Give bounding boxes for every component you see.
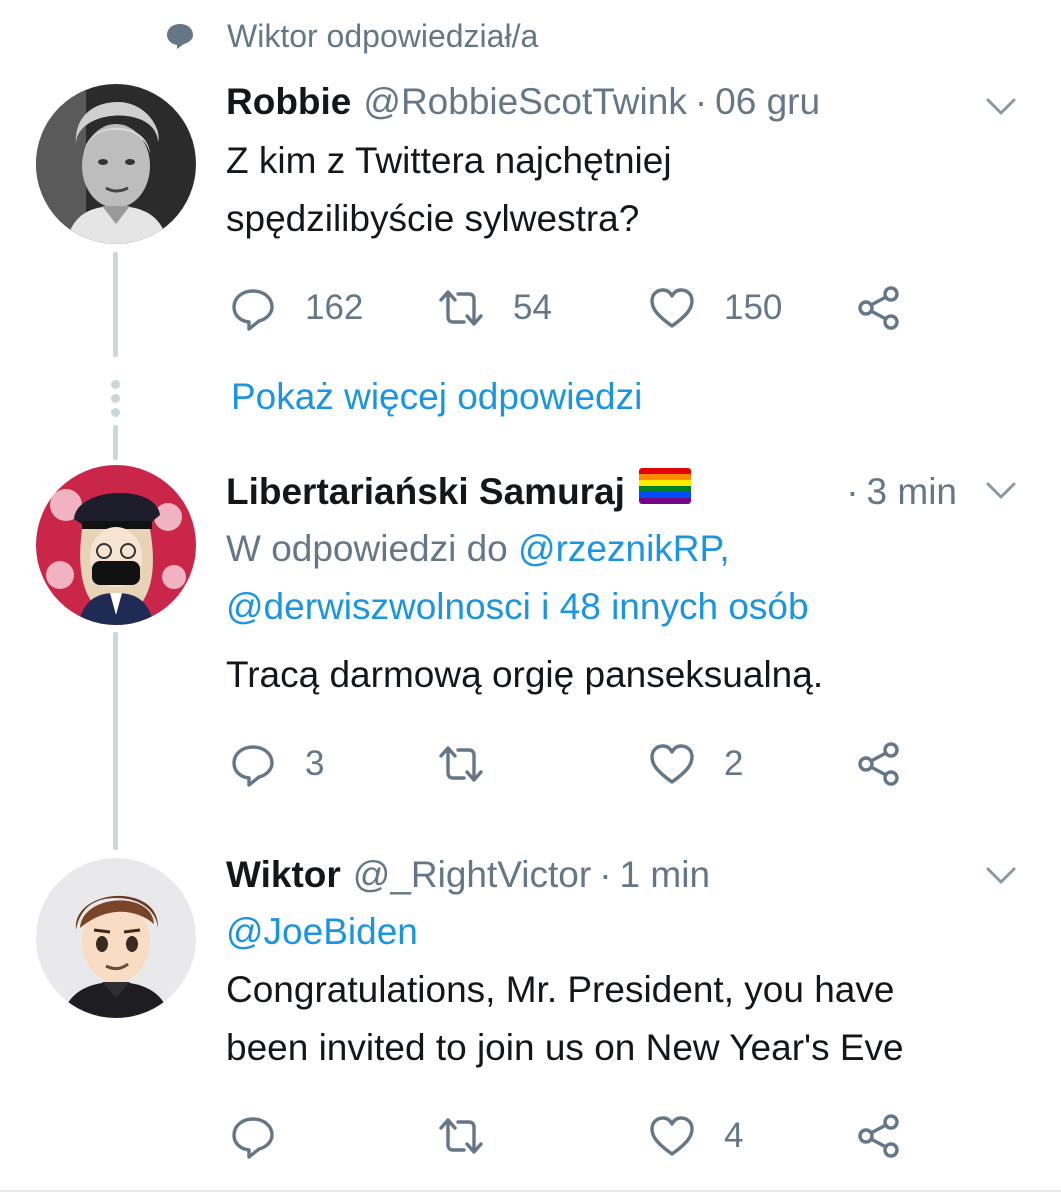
retweet-count: 54 [513, 288, 552, 327]
like-count: 2 [724, 744, 744, 783]
timestamp[interactable]: 06 gru [715, 80, 820, 124]
tweet-header: Libertariański Samuraj · 3 min [226, 468, 1041, 514]
tweet[interactable]: Robbie @RobbieScotTwink · 06 gru Z kim z… [226, 80, 1041, 248]
like-button[interactable]: 4 [648, 1106, 743, 1166]
speech-bubble-icon [167, 24, 193, 49]
timestamp[interactable]: 1 min [620, 853, 710, 897]
social-context: Wiktor odpowiedział/a [165, 14, 538, 58]
tweet-text-line: Z kim z Twittera najchętniej [226, 140, 672, 181]
retweet-icon [437, 1112, 485, 1160]
share-button[interactable] [855, 734, 903, 794]
tweet-text: @JoeBiden Congratulations, Mr. President… [226, 903, 1041, 1077]
reply-icon [229, 1112, 277, 1160]
timestamp[interactable]: 3 min [867, 470, 957, 514]
display-name[interactable]: Libertariański Samuraj [226, 470, 625, 514]
reply-icon [229, 740, 277, 788]
reply-button[interactable] [229, 1106, 305, 1166]
display-name[interactable]: Wiktor [226, 853, 341, 897]
thread-gap-dots [108, 380, 123, 422]
tweet-header: Robbie @RobbieScotTwink · 06 gru [226, 80, 1041, 124]
like-count: 4 [724, 1116, 744, 1155]
chevron-down-icon[interactable] [983, 857, 1019, 893]
reply-button[interactable]: 3 [229, 734, 324, 794]
context-text: Wiktor odpowiedział/a [227, 17, 539, 54]
separator: · [599, 854, 612, 895]
tweet[interactable]: Wiktor @_RightVictor · 1 min @JoeBiden C… [226, 853, 1041, 1077]
rainbow-flag-emoji [638, 468, 691, 504]
avatar[interactable] [36, 84, 196, 244]
reply-count: 162 [305, 288, 364, 327]
reply-button[interactable]: 162 [229, 278, 363, 338]
share-icon [855, 284, 903, 332]
tweet-text-line: Congratulations, Mr. President, you have [226, 969, 895, 1010]
retweet-button[interactable] [437, 734, 513, 794]
user-handle[interactable]: @RobbieScotTwink [363, 80, 686, 124]
tweet-actions: 162 54 150 [229, 278, 929, 338]
retweet-icon [437, 740, 485, 788]
tweet-text: Tracą darmową orgię panseksualną. [226, 646, 1041, 704]
separator: · [846, 471, 859, 512]
mention-link[interactable]: @JoeBiden [226, 903, 1041, 961]
reply-context: W odpowiedzi do @rzeznikRP, @derwiszwoln… [226, 520, 1041, 636]
thread-line [113, 632, 118, 850]
tweet-text-line: spędzilibyście sylwestra? [226, 198, 640, 239]
share-button[interactable] [855, 1106, 903, 1166]
heart-icon [648, 1112, 696, 1160]
tweet-actions: 3 2 [229, 734, 929, 794]
reply-count: 3 [305, 744, 325, 783]
like-button[interactable]: 2 [648, 734, 743, 794]
tweet-actions: 4 [229, 1106, 929, 1166]
avatar[interactable] [36, 858, 196, 1018]
chevron-down-icon[interactable] [983, 472, 1019, 508]
user-handle[interactable]: @_RightVictor [353, 853, 591, 897]
share-icon [855, 740, 903, 788]
separator: · [694, 81, 708, 122]
tweet-text: Z kim z Twittera najchętniej spędzilibyś… [226, 132, 1041, 248]
mention-link[interactable]: @rzeznikRP, [518, 528, 730, 569]
tweet-text-line: been invited to join us on New Year's Ev… [226, 1027, 904, 1068]
thread-line [113, 252, 118, 357]
like-count: 150 [724, 288, 783, 327]
share-icon [855, 1112, 903, 1160]
divider [0, 1190, 1061, 1192]
tweet-header: Wiktor @_RightVictor · 1 min [226, 853, 1041, 897]
mention-link[interactable]: @derwiszwolnosci i 48 innych osób [226, 586, 809, 627]
tweet-text-line: Tracą darmową orgię panseksualną. [226, 654, 824, 695]
share-button[interactable] [855, 278, 903, 338]
avatar[interactable] [36, 465, 196, 625]
chevron-down-icon[interactable] [983, 88, 1019, 124]
reply-icon [229, 284, 277, 332]
display-name[interactable]: Robbie [226, 80, 351, 124]
retweet-icon [437, 284, 485, 332]
heart-icon [648, 740, 696, 788]
heart-icon [648, 284, 696, 332]
retweet-button[interactable] [437, 1106, 513, 1166]
like-button[interactable]: 150 [648, 278, 782, 338]
thread-line [113, 425, 118, 460]
retweet-button[interactable]: 54 [437, 278, 552, 338]
show-more-replies-link[interactable]: Pokaż więcej odpowiedzi [231, 376, 642, 418]
tweet[interactable]: Libertariański Samuraj · 3 min W odpowie… [226, 468, 1041, 704]
reply-to-prefix: W odpowiedzi do [226, 528, 519, 569]
